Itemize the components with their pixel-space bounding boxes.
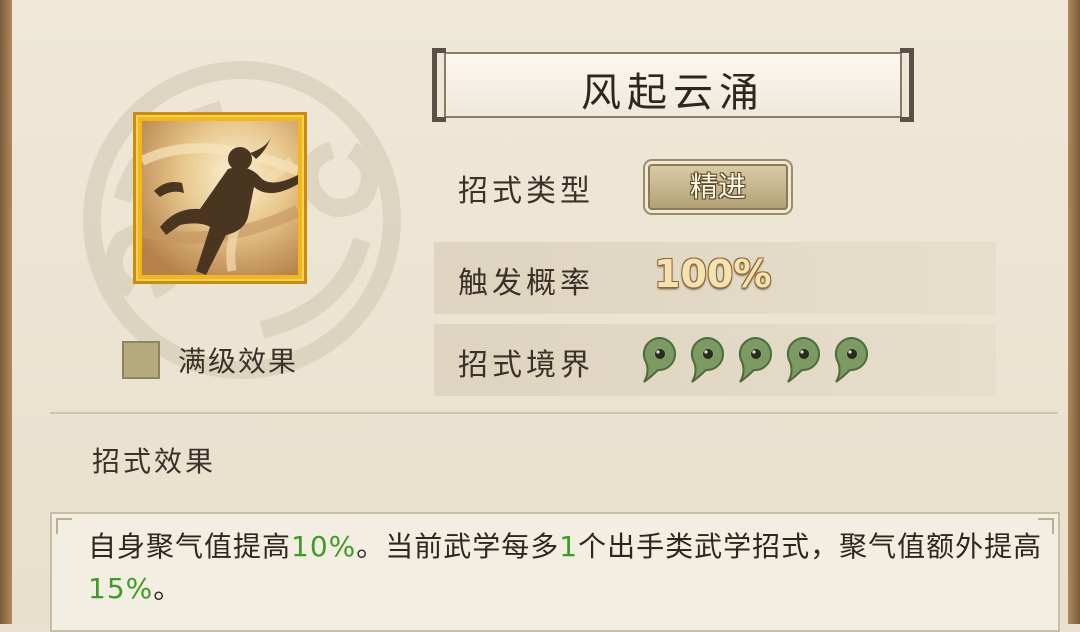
skill-realm-label: 招式境界 xyxy=(458,348,594,383)
max-level-label: 满级效果 xyxy=(178,345,299,378)
jade-magatama-icon xyxy=(786,336,820,383)
max-level-toggle[interactable]: 满级效果 xyxy=(122,340,298,380)
title-bracket-right xyxy=(900,48,914,122)
title-bracket-left xyxy=(432,48,446,122)
effect-text-part: 。当前武学每多 xyxy=(356,530,560,563)
effect-value-highlight: 15% xyxy=(88,572,154,605)
effect-description: 自身聚气值提高10%。当前武学每多1个出手类武学招式，聚气值额外提高 15%。 xyxy=(88,526,1048,610)
jade-magatama-icon xyxy=(834,336,868,383)
effect-text-part: 个出手类武学招式，聚气值额外提高 xyxy=(578,530,1043,563)
skill-detail-panel: 满级效果 风起云涌 招式类型 精进 触发概率 100% 招式境界 招式效果 自身… xyxy=(12,0,1068,632)
window-frame-right xyxy=(1068,0,1080,624)
realm-jade-list xyxy=(640,336,870,384)
trigger-rate-label: 触发概率 xyxy=(458,266,594,301)
section-divider xyxy=(50,412,1058,414)
jade-magatama-icon xyxy=(690,336,724,383)
skill-type-label: 招式类型 xyxy=(458,174,594,209)
window-frame-left xyxy=(0,0,12,624)
effect-text-part: 自身聚气值提高 xyxy=(88,530,292,563)
effect-description-box: 自身聚气值提高10%。当前武学每多1个出手类武学招式，聚气值额外提高 15%。 xyxy=(50,512,1060,632)
martial-kick-icon xyxy=(142,121,298,275)
skill-type-badge: 精进 xyxy=(648,164,788,210)
corner-ornament xyxy=(56,518,72,534)
jade-magatama-icon xyxy=(738,336,772,383)
skill-title-plate: 风起云涌 xyxy=(432,48,914,122)
skill-icon[interactable] xyxy=(133,112,307,284)
trigger-rate-value: 100% xyxy=(654,252,772,296)
effect-section-title: 招式效果 xyxy=(92,445,217,478)
effect-text-part: 。 xyxy=(153,572,183,605)
skill-type-row: 招式类型 精进 xyxy=(434,150,996,222)
trigger-rate-row: 触发概率 100% xyxy=(434,242,996,314)
skill-name: 风起云涌 xyxy=(581,70,765,116)
jade-magatama-icon xyxy=(642,336,676,383)
effect-value-highlight: 10% xyxy=(291,530,357,563)
effect-value-highlight: 1 xyxy=(559,530,579,563)
skill-realm-row: 招式境界 xyxy=(434,324,996,396)
max-level-checkbox[interactable] xyxy=(122,341,160,379)
